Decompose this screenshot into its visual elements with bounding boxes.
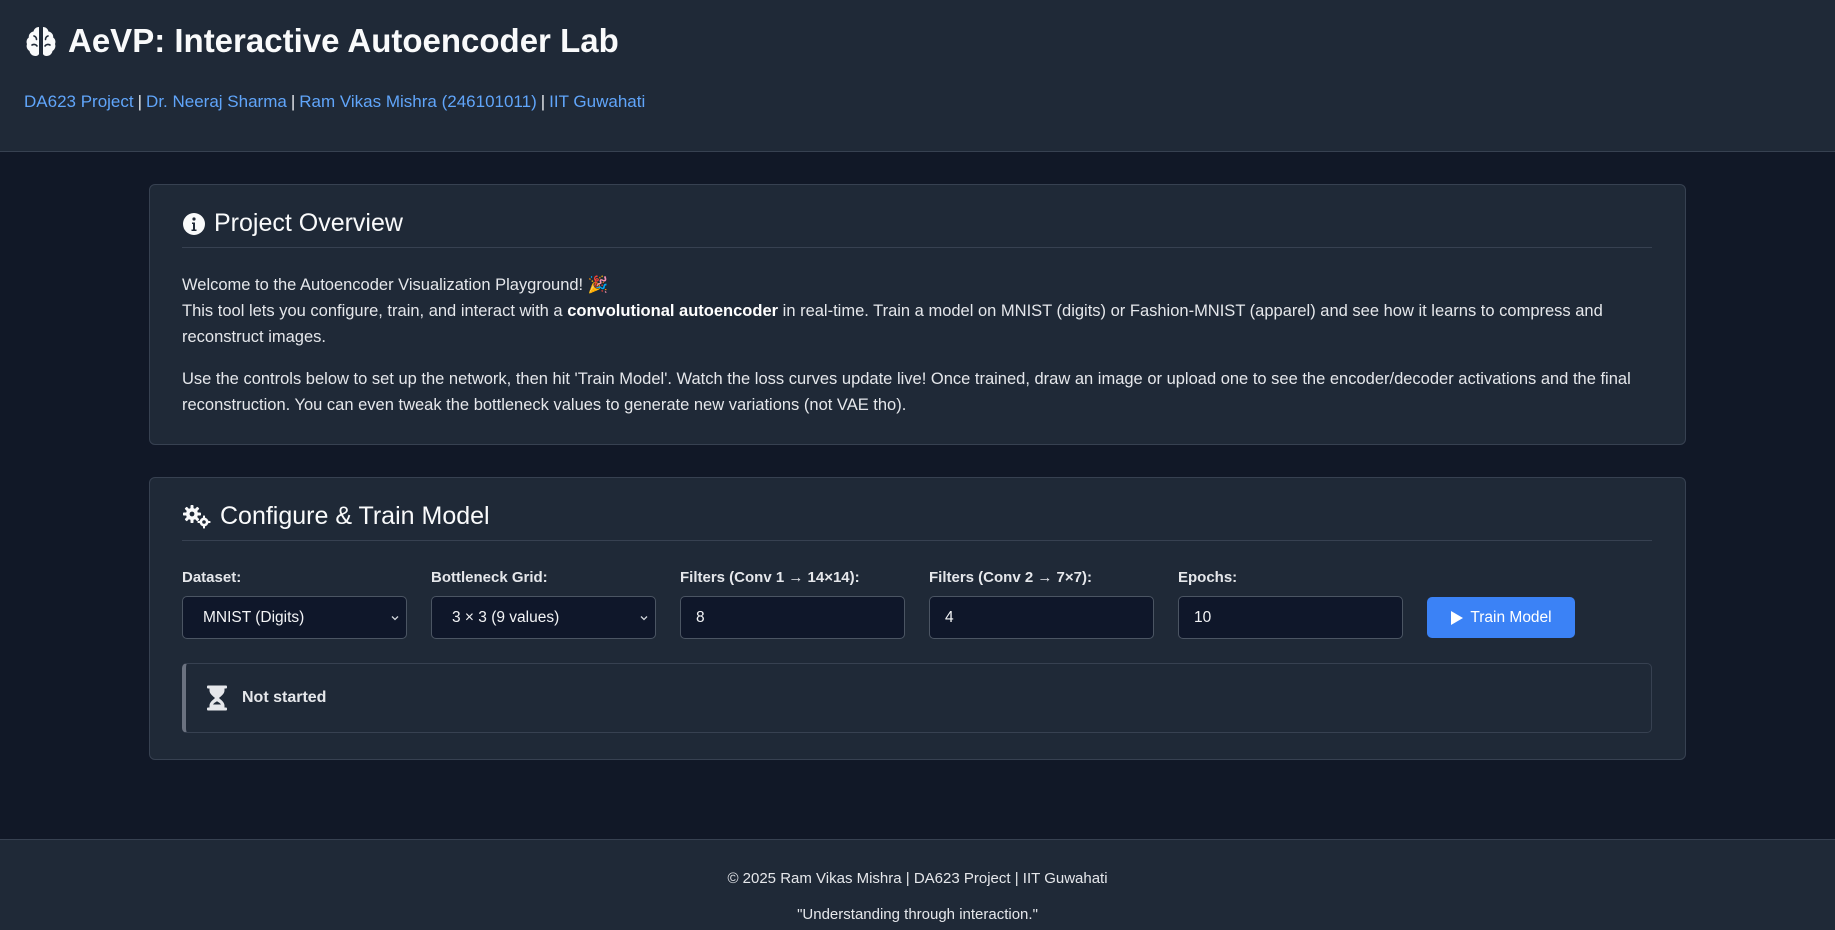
gears-icon <box>183 504 211 528</box>
play-icon <box>1451 610 1464 625</box>
link-project[interactable]: DA623 Project <box>24 92 134 111</box>
config-title: Configure & Train Model <box>182 502 1652 541</box>
link-separator: | <box>137 92 143 111</box>
link-advisor[interactable]: Dr. Neeraj Sharma <box>146 92 287 111</box>
site-title: AeVP: Interactive Autoencoder Lab <box>24 18 1811 64</box>
dataset-select-value: MNIST (Digits) <box>203 608 305 626</box>
status-text: Not started <box>242 689 327 706</box>
bottleneck-select[interactable]: 3 × 3 (9 values) <box>431 596 656 639</box>
footer-copyright: © 2025 Ram Vikas Mishra | DA623 Project … <box>727 870 1108 887</box>
site-header: AeVP: Interactive Autoencoder Lab DA623 … <box>0 0 1835 152</box>
epochs-control: Epochs: 10 <box>1178 569 1403 639</box>
welcome-text: Welcome to the Autoencoder Visualization… <box>182 276 609 294</box>
epochs-input[interactable]: 10 <box>1178 596 1403 639</box>
overview-title-text: Project Overview <box>214 209 403 237</box>
filters1-label: Filters (Conv 1 → 14×14): <box>680 569 860 586</box>
link-separator: | <box>290 92 296 111</box>
dataset-label: Dataset: <box>182 569 242 586</box>
site-footer: © 2025 Ram Vikas Mishra | DA623 Project … <box>0 839 1835 930</box>
overview-body: Welcome to the Autoencoder Visualization… <box>182 272 1652 418</box>
intro-text: This tool lets you configure, train, and… <box>182 302 568 320</box>
dataset-control: Dataset: MNIST (Digits) <box>182 569 407 639</box>
header-links: DA623 Project | Dr. Neeraj Sharma | Ram Vika… <box>24 92 1811 112</box>
filters2-label: Filters (Conv 2 → 7×7): <box>929 569 1092 586</box>
link-separator: | <box>540 92 546 111</box>
overview-paragraph: Welcome to the Autoencoder Visualization… <box>182 272 1652 350</box>
chevron-down-icon <box>640 615 648 620</box>
train-model-button[interactable]: Train Model <box>1427 597 1575 638</box>
train-model-button-label: Train Model <box>1470 608 1552 626</box>
bottleneck-select-value: 3 × 3 (9 values) <box>452 608 560 626</box>
config-title-text: Configure & Train Model <box>220 502 490 530</box>
link-institute[interactable]: IIT Guwahati <box>549 92 645 111</box>
chevron-down-icon <box>391 615 399 620</box>
footer-tagline: "Understanding through interaction." <box>797 906 1038 923</box>
controls-row: Dataset: MNIST (Digits) Bottleneck Grid:… <box>182 569 1652 639</box>
instructions-text: Use the controls below to set up the net… <box>182 370 1631 414</box>
overview-title: Project Overview <box>182 209 1652 248</box>
bottleneck-control: Bottleneck Grid: 3 × 3 (9 values) <box>431 569 656 639</box>
filters1-input[interactable]: 8 <box>680 596 905 639</box>
config-card: Configure & Train Model Dataset: MNIST (… <box>149 477 1686 760</box>
link-author[interactable]: Ram Vikas Mishra (246101011) <box>299 92 537 111</box>
bottleneck-label: Bottleneck Grid: <box>431 569 548 586</box>
filters2-input[interactable]: 4 <box>929 596 1154 639</box>
epochs-label: Epochs: <box>1178 569 1238 586</box>
info-circle-icon <box>183 212 205 235</box>
dataset-select[interactable]: MNIST (Digits) <box>182 596 407 639</box>
training-status: Not started <box>182 663 1652 733</box>
main-content: Project Overview Welcome to the Autoenco… <box>0 152 1835 839</box>
intro-bold-text: convolutional autoencoder <box>567 302 779 320</box>
overview-card: Project Overview Welcome to the Autoenco… <box>149 184 1686 445</box>
hourglass-icon <box>207 685 227 711</box>
site-title-text: AeVP: Interactive Autoencoder Lab <box>68 22 619 59</box>
filters1-control: Filters (Conv 1 → 14×14): 8 <box>680 569 905 639</box>
brain-icon <box>26 27 56 56</box>
filters2-control: Filters (Conv 2 → 7×7): 4 <box>929 569 1154 639</box>
